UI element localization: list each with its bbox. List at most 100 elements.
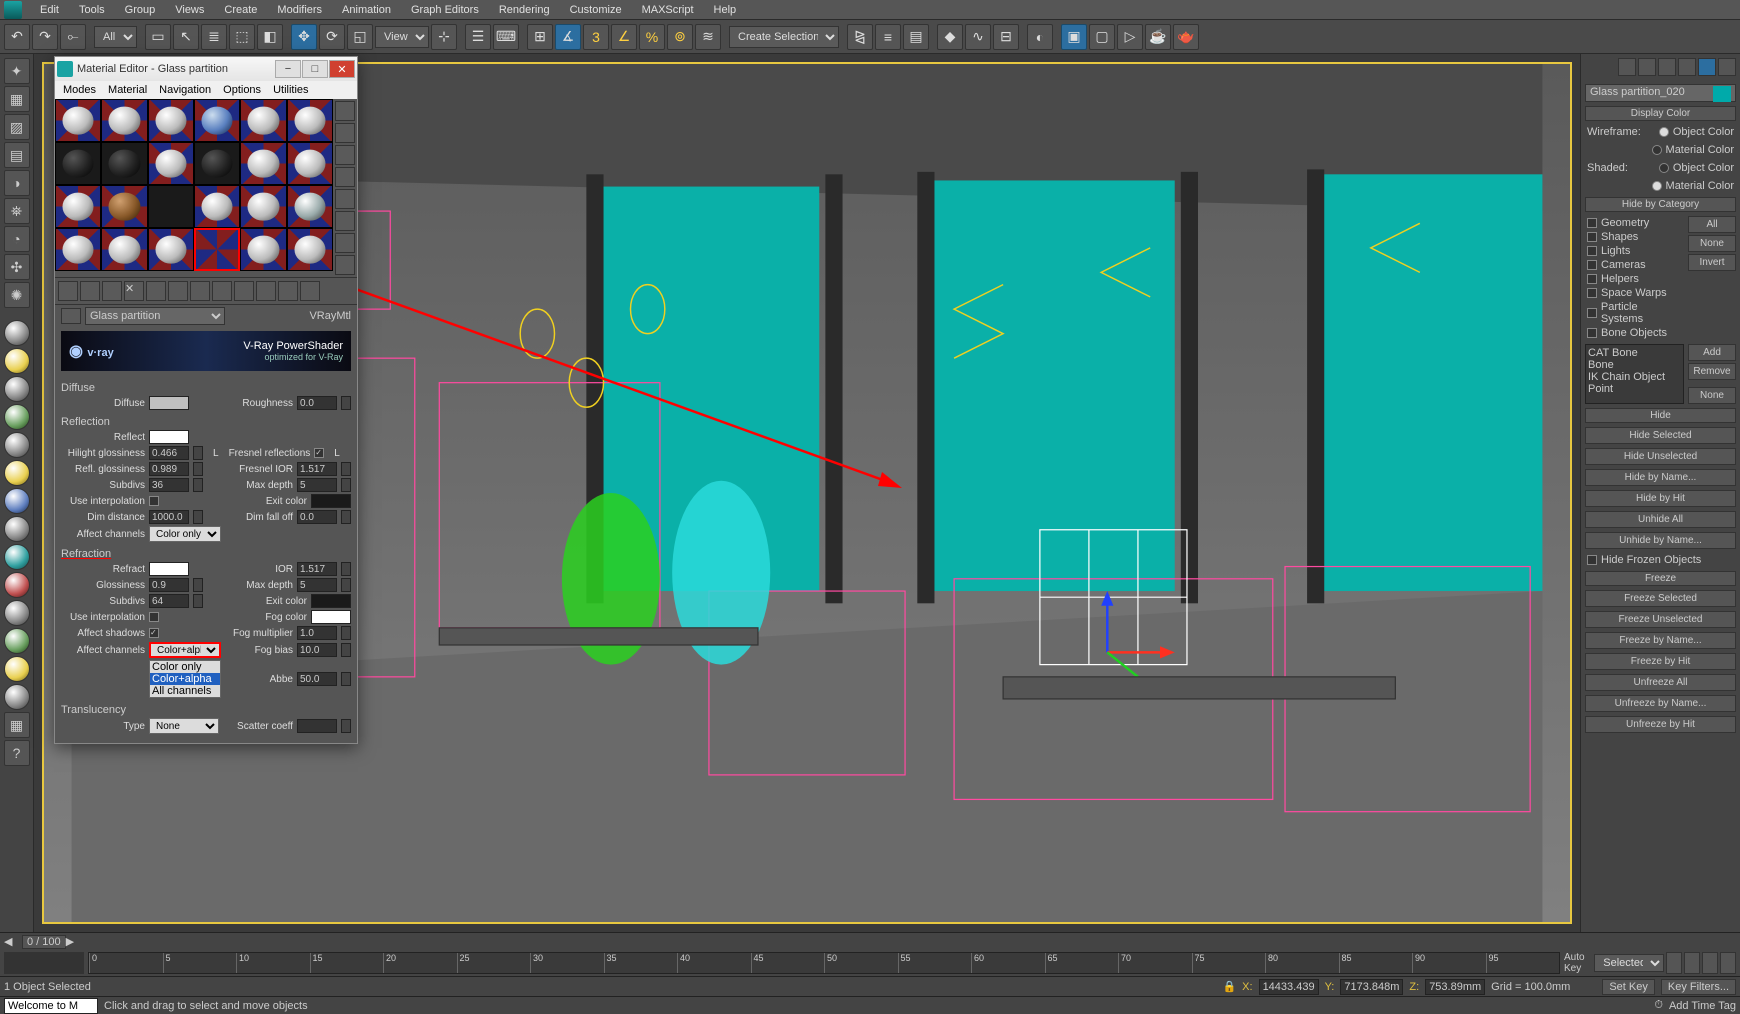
move-button[interactable]: ✥ (291, 24, 317, 50)
tab-create[interactable] (1618, 58, 1636, 76)
hide-unselected-button[interactable]: Hide Unselected (1585, 448, 1736, 465)
coord-y[interactable]: 7173.848m (1340, 979, 1403, 995)
snap-angle-button[interactable]: ∠ (611, 24, 637, 50)
tab-hierarchy[interactable] (1658, 58, 1676, 76)
mat-id-button[interactable] (212, 281, 232, 301)
menu-tools[interactable]: Tools (69, 2, 115, 18)
coord-z[interactable]: 753.89mm (1425, 979, 1485, 995)
unhide-all-button[interactable]: Unhide All (1585, 511, 1736, 528)
mat-sphere-1[interactable] (4, 320, 30, 346)
swatch-7[interactable] (55, 142, 101, 185)
snap-3-button[interactable]: 3 (583, 24, 609, 50)
dim-fall-spinner[interactable] (341, 510, 351, 524)
left-tool-6[interactable]: ⛯ (4, 198, 30, 224)
menu-help[interactable]: Help (704, 2, 747, 18)
tab-utilities[interactable] (1718, 58, 1736, 76)
link-button[interactable]: ⟜ (60, 24, 86, 50)
menu-modifiers[interactable]: Modifiers (267, 2, 332, 18)
fog-bias-value[interactable]: 10.0 (297, 643, 337, 657)
refl-subdivs-spinner[interactable] (193, 478, 203, 492)
cat-shapes-check[interactable] (1587, 232, 1597, 242)
window-crossing-button[interactable]: ◧ (257, 24, 283, 50)
hilight-spinner[interactable] (193, 446, 203, 460)
material-name-field[interactable]: Glass partition (85, 307, 225, 325)
show-end-result-button[interactable] (256, 281, 276, 301)
refl-exit-color[interactable] (311, 494, 351, 508)
cat-geometry-check[interactable] (1587, 218, 1597, 228)
layer-button[interactable]: ▤ (903, 24, 929, 50)
mat-menu-options[interactable]: Options (217, 84, 267, 96)
play-start-button[interactable] (1666, 952, 1682, 974)
coord-x[interactable]: 14433.439 (1259, 979, 1319, 995)
dd-color-alpha[interactable]: Color+alpha (150, 673, 220, 685)
maxscript-listener[interactable]: Welcome to M (4, 998, 98, 1014)
ref-coord-dropdown[interactable]: View (375, 26, 429, 48)
scatter-spinner[interactable] (341, 719, 351, 733)
window-maximize-button[interactable]: □ (302, 60, 328, 78)
pick-material-button[interactable] (61, 308, 81, 324)
fog-mult-value[interactable]: 1.0 (297, 626, 337, 640)
mat-sphere-2[interactable] (4, 348, 30, 374)
dim-fall-value[interactable]: 0.0 (297, 510, 337, 524)
shaded-matcolor-radio[interactable] (1652, 181, 1662, 191)
background-button[interactable] (335, 145, 355, 165)
swatch-16[interactable] (194, 185, 240, 228)
make-preview-button[interactable] (335, 211, 355, 231)
key-filters-button[interactable]: Key Filters... (1661, 979, 1736, 995)
dd-color-only[interactable]: Color only (150, 661, 220, 673)
swatch-14[interactable] (101, 185, 147, 228)
show-in-viewport-button[interactable] (234, 281, 254, 301)
refr-gloss-value[interactable]: 0.9 (149, 578, 189, 592)
mat-sphere-11[interactable] (4, 600, 30, 626)
refr-subdivs-value[interactable]: 64 (149, 594, 189, 608)
swatch-4[interactable] (194, 99, 240, 142)
freeze-unselected-button[interactable]: Freeze Unselected (1585, 611, 1736, 628)
mat-menu-navigation[interactable]: Navigation (153, 84, 217, 96)
tab-modify[interactable] (1638, 58, 1656, 76)
render-setup-button[interactable]: ▣ (1061, 24, 1087, 50)
unhide-by-name-button[interactable]: Unhide by Name... (1585, 532, 1736, 549)
swatch-11[interactable] (240, 142, 286, 185)
named-selection-dropdown[interactable]: Create Selection Se (729, 26, 839, 48)
abbe-value[interactable]: 50.0 (297, 672, 337, 686)
rollout-hide-category[interactable]: Hide by Category (1585, 197, 1736, 212)
snap-toggle-button[interactable]: ⊞ (527, 24, 553, 50)
select-button[interactable]: ▭ (145, 24, 171, 50)
tab-motion[interactable] (1678, 58, 1696, 76)
menu-animation[interactable]: Animation (332, 2, 401, 18)
backlight-button[interactable] (335, 123, 355, 143)
pivot-button[interactable]: ⊹ (431, 24, 457, 50)
put-to-scene-button[interactable] (80, 281, 100, 301)
rollout-display-color[interactable]: Display Color (1585, 106, 1736, 121)
swatch-5[interactable] (240, 99, 286, 142)
undo-button[interactable]: ↶ (4, 24, 30, 50)
dd-all-channels[interactable]: All channels (150, 685, 220, 697)
refr-affect-dropdown[interactable]: Color+alpha (149, 642, 221, 658)
reset-button[interactable]: ✕ (124, 281, 144, 301)
get-material-button[interactable] (58, 281, 78, 301)
auto-key-button[interactable]: Auto Key (1564, 952, 1592, 974)
reflect-color[interactable] (149, 430, 189, 444)
make-unique-button[interactable] (168, 281, 188, 301)
swatch-15[interactable] (148, 185, 194, 228)
refract-color[interactable] (149, 562, 189, 576)
uv-tiling-button[interactable] (335, 167, 355, 187)
video-check-button[interactable] (335, 189, 355, 209)
selection-filter-dropdown[interactable]: All (94, 26, 137, 48)
refl-maxdepth-value[interactable]: 5 (297, 478, 337, 492)
mat-menu-material[interactable]: Material (102, 84, 153, 96)
teapot-button[interactable]: 🫖 (1173, 24, 1199, 50)
material-editor-titlebar[interactable]: Material Editor - Glass partition − □ ✕ (55, 57, 357, 81)
wire-matcolor-radio[interactable] (1652, 145, 1662, 155)
rollout-freeze[interactable]: Freeze (1585, 571, 1736, 586)
object-color-chip[interactable] (1713, 86, 1731, 102)
left-tool-9[interactable]: ✺ (4, 282, 30, 308)
shaded-objcolor-radio[interactable] (1659, 163, 1669, 173)
left-tool-4[interactable]: ▤ (4, 142, 30, 168)
transl-type-dropdown[interactable]: None (149, 718, 219, 734)
manipulate-button[interactable]: ☰ (465, 24, 491, 50)
unfreeze-by-name-button[interactable]: Unfreeze by Name... (1585, 695, 1736, 712)
left-tool-7[interactable]: ◔ (4, 226, 30, 252)
put-to-lib-button[interactable] (190, 281, 210, 301)
wire-objcolor-radio[interactable] (1659, 127, 1669, 137)
